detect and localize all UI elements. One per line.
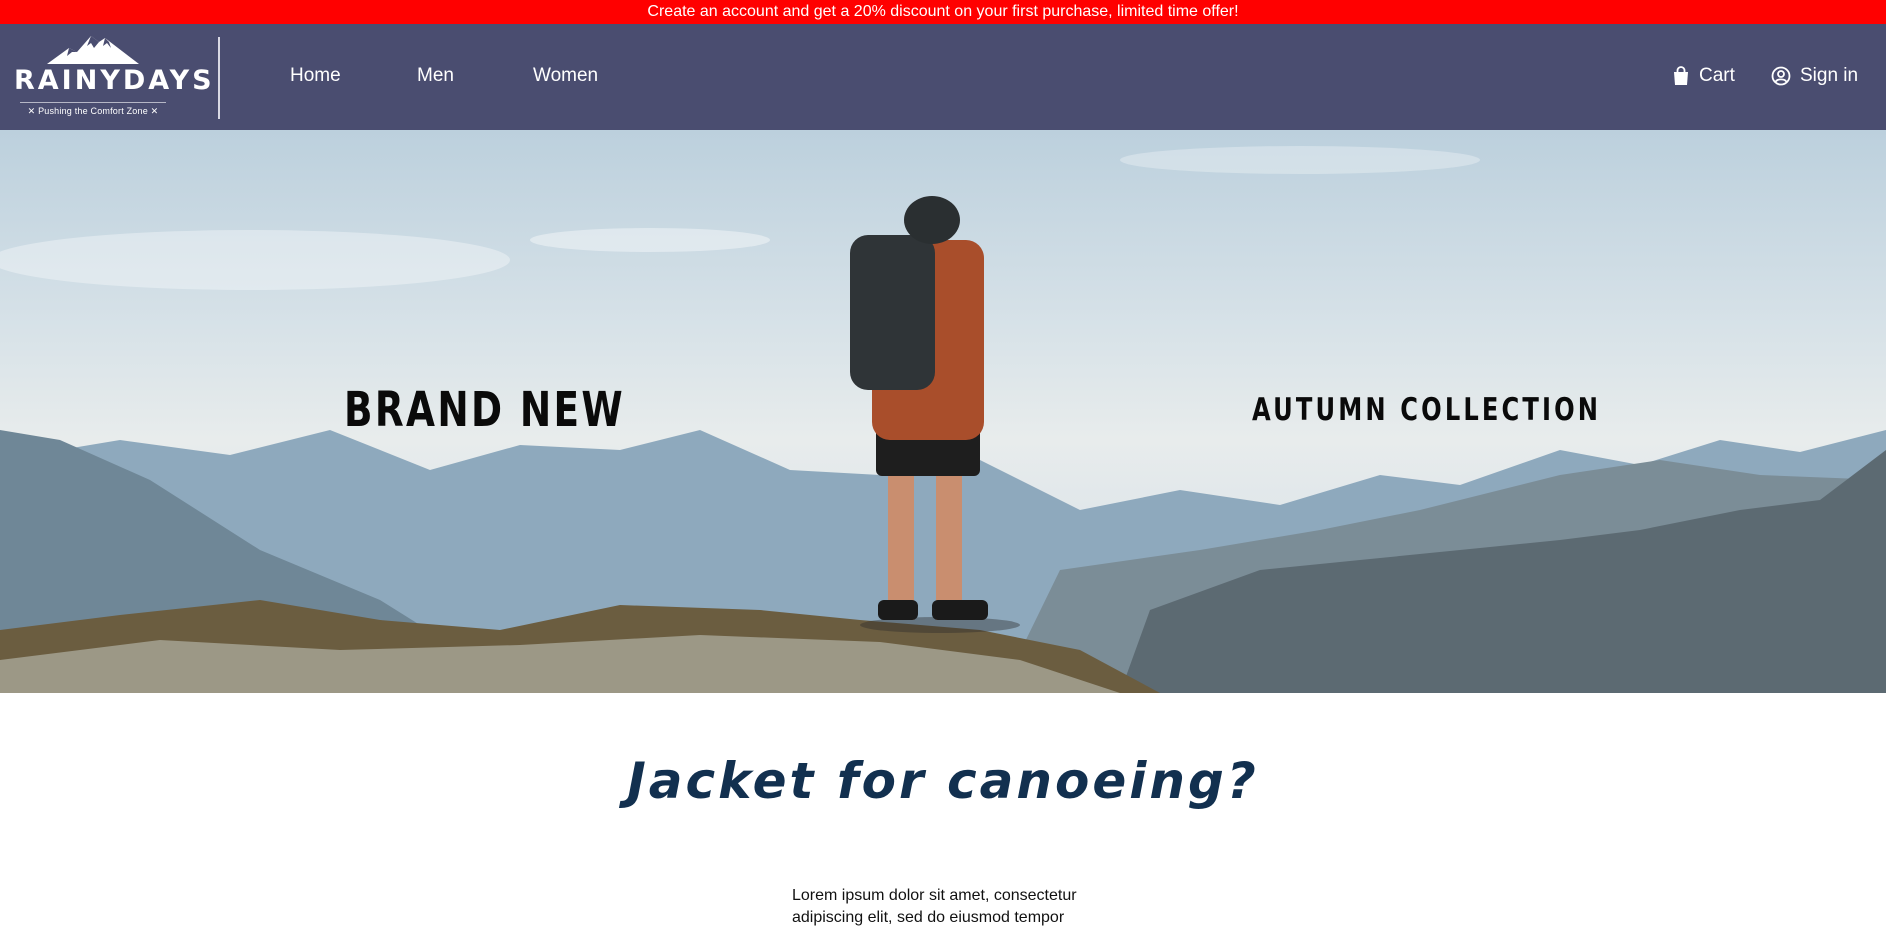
header-divider xyxy=(218,37,220,119)
signin-label: Sign in xyxy=(1800,65,1859,86)
nav-women[interactable]: Women xyxy=(533,64,598,88)
logo-rule xyxy=(20,102,166,103)
logo-tagline: ✕ Pushing the Comfort Zone ✕ xyxy=(27,106,159,116)
user-circle-icon xyxy=(1771,66,1791,86)
promo-banner: Create an account and get a 20% discount… xyxy=(0,0,1886,24)
hero-right-heading: AUTUMN COLLECTION xyxy=(1252,392,1602,428)
logo[interactable]: RAINYDAYS ✕ Pushing the Comfort Zone ✕ xyxy=(14,32,215,118)
mountain-icon xyxy=(47,36,139,64)
hero-banner: BRAND NEW AUTUMN COLLECTION xyxy=(0,130,1886,693)
nav-home[interactable]: Home xyxy=(290,64,341,88)
section-title: Jacket for canoeing? xyxy=(627,752,1259,810)
cart-link[interactable]: Cart xyxy=(1672,64,1735,88)
section-body: Lorem ipsum dolor sit amet, consectetur … xyxy=(792,887,1077,926)
signin-link[interactable]: Sign in xyxy=(1771,64,1858,88)
site-header: RAINYDAYS ✕ Pushing the Comfort Zone ✕ H… xyxy=(0,24,1886,130)
hero-left-heading: BRAND NEW xyxy=(344,382,626,438)
nav-men[interactable]: Men xyxy=(417,64,454,88)
promo-text: Create an account and get a 20% discount… xyxy=(647,3,1239,20)
shopping-bag-icon xyxy=(1674,66,1688,85)
cart-label: Cart xyxy=(1699,65,1735,86)
hero-image xyxy=(0,146,1886,693)
logo-wordmark: RAINYDAYS xyxy=(14,65,215,96)
